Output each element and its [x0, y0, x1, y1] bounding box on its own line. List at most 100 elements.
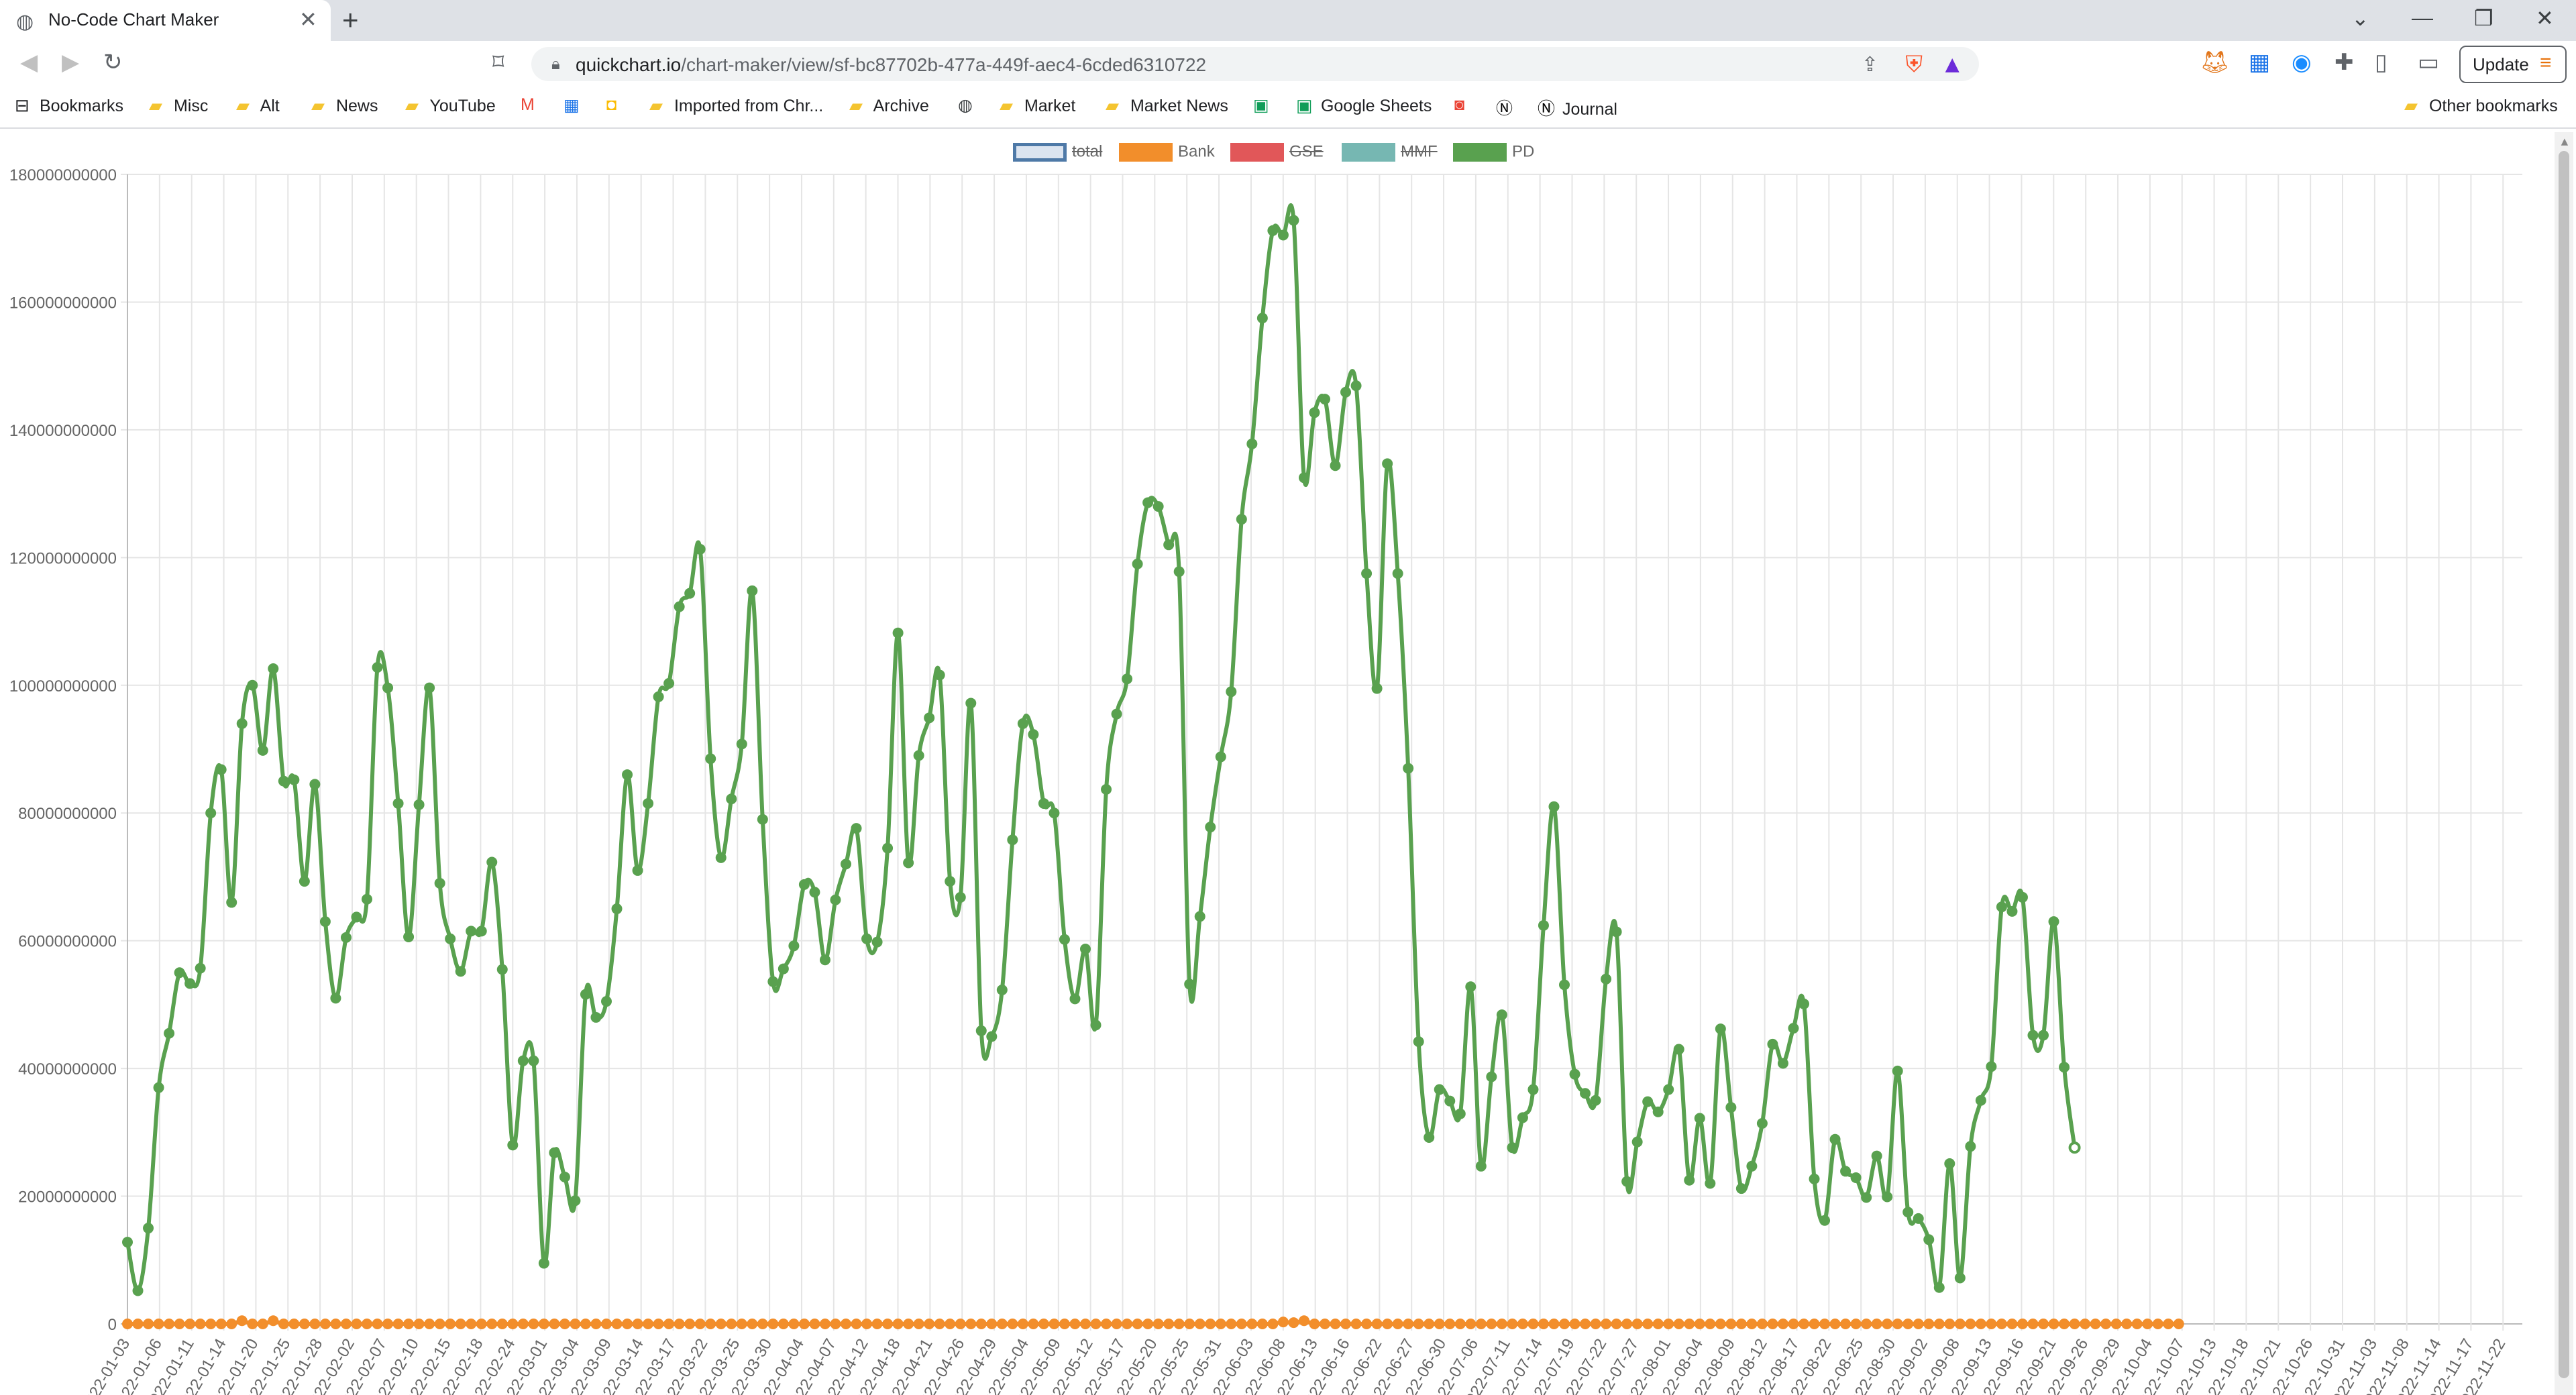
data-point-bank: [288, 1319, 300, 1329]
bookmark-item[interactable]: ⊟ Bookmarks: [15, 95, 123, 116]
bookmark-item[interactable]: ▰ Market: [1000, 95, 1075, 116]
data-point-bank: [580, 1319, 591, 1329]
data-point-bank: [871, 1319, 883, 1329]
close-window-icon[interactable]: ✕: [2536, 5, 2554, 31]
data-point-pd: [1746, 1160, 1758, 1172]
notion-icon[interactable]: Ⓝ: [1496, 95, 1513, 119]
data-point-pd: [1059, 934, 1070, 945]
data-point-pd: [1954, 1272, 1966, 1284]
data-point-pd: [1122, 673, 1133, 685]
data-point-bank: [1694, 1319, 1705, 1329]
data-point-bank: [2080, 1319, 2091, 1329]
minimize-icon[interactable]: —: [2412, 5, 2433, 30]
data-point-bank: [1090, 1319, 1102, 1329]
data-point-pd: [715, 852, 727, 863]
bookmark-item[interactable]: ▰ Other bookmarks: [2404, 95, 2558, 116]
data-point-pd: [455, 966, 466, 977]
data-point-pd: [892, 627, 904, 638]
data-point-pd: [1788, 1023, 1799, 1034]
calendar-icon[interactable]: ▦: [564, 95, 580, 115]
back-button[interactable]: ◀: [20, 49, 38, 76]
globe-icon[interactable]: ◍: [958, 95, 973, 115]
address-bar[interactable]: 🔒︎ quickchart.io/chart-maker/view/sf-bc8…: [531, 47, 1979, 81]
data-point-pd: [1475, 1160, 1487, 1172]
data-point-pd: [268, 663, 279, 675]
puzzle-icon[interactable]: ✚: [2334, 49, 2354, 76]
data-point-pd: [340, 932, 352, 943]
data-point-bank: [1392, 1319, 1403, 1329]
scroll-thumb[interactable]: [2559, 151, 2569, 1378]
data-point-pd: [517, 1055, 529, 1066]
gmail-icon[interactable]: M: [521, 95, 535, 115]
data-point-bank: [1923, 1319, 1935, 1329]
bookmark-item[interactable]: ▰ Archive: [849, 95, 929, 116]
side-panel-icon[interactable]: ▯: [2375, 49, 2387, 76]
share-icon[interactable]: ⇪: [1862, 53, 1878, 76]
data-point-pd: [1288, 215, 1299, 226]
data-point-bank: [1424, 1319, 1435, 1329]
data-point-pd: [757, 814, 768, 825]
restore-icon[interactable]: ❐: [2474, 5, 2493, 31]
close-icon[interactable]: ✕: [299, 7, 317, 32]
chevron-down-icon[interactable]: ⌄: [2351, 5, 2369, 31]
data-point-pd: [798, 879, 810, 890]
y-tick-label: 60000000000: [18, 933, 117, 951]
update-label: Update: [2473, 54, 2529, 74]
scrollbar[interactable]: ▲: [2555, 132, 2573, 1395]
data-point-bank: [403, 1319, 415, 1329]
data-point-bank: [1799, 1319, 1809, 1329]
scroll-up-icon[interactable]: ▲: [2559, 135, 2571, 149]
data-point-bank: [1871, 1319, 1882, 1329]
brave-shield-icon[interactable]: ⛨: [1906, 52, 1923, 78]
bookmark-item[interactable]: ▰ Market News: [1106, 95, 1228, 116]
data-point-bank: [413, 1319, 425, 1329]
bookmark-item[interactable]: ▰ News: [311, 95, 378, 116]
keep-icon[interactable]: ◘: [606, 95, 616, 115]
bookmark-item[interactable]: ▰ Imported from Chr...: [649, 95, 823, 116]
bookmark-item[interactable]: ▰ Misc: [149, 95, 208, 116]
update-button[interactable]: Update ≡: [2459, 46, 2567, 83]
bookmarks-bar: ⊟ Bookmarks ▰ Misc ▰ Alt ▰ News ▰ YouTub…: [0, 87, 2576, 129]
y-tick-label: 0: [108, 1316, 117, 1334]
tab-active[interactable]: ◍ No-Code Chart Maker ✕: [0, 0, 331, 41]
data-point-pd: [507, 1139, 519, 1151]
data-point-bank: [1226, 1319, 1237, 1329]
data-point-bank: [164, 1319, 175, 1329]
data-point-bank: [841, 1319, 851, 1329]
data-point-bank: [247, 1319, 258, 1329]
data-point-pd: [684, 588, 696, 599]
bookmark-item[interactable]: ▰ YouTube: [405, 95, 496, 116]
forward-button[interactable]: ▶: [62, 49, 79, 76]
data-point-pd: [2048, 916, 2059, 928]
data-point-pd: [705, 753, 716, 765]
calendar-extension-icon[interactable]: ▦: [2249, 49, 2270, 76]
menu-icon[interactable]: ≡: [2540, 52, 2552, 74]
data-point-pd: [1642, 1096, 1654, 1107]
data-point-bank: [1122, 1319, 1133, 1329]
data-point-pd: [1267, 225, 1279, 236]
data-point-pd: [559, 1171, 570, 1182]
data-point-pd: [2059, 1062, 2070, 1073]
bookmark-item[interactable]: ▰ Alt: [236, 95, 280, 116]
record-icon[interactable]: ◙: [1454, 95, 1464, 115]
data-point-bank: [622, 1319, 633, 1329]
bookmark-item[interactable]: Ⓝ Journal: [1538, 95, 1617, 120]
data-point-pd: [1361, 568, 1373, 579]
bookmark-star-icon[interactable]: ⌑: [492, 49, 504, 76]
bookmark-item[interactable]: ▣ Google Sheets: [1296, 95, 1432, 116]
sheets-icon[interactable]: ▣: [1253, 95, 1269, 115]
data-point-bank: [528, 1319, 539, 1329]
data-point-bank: [1538, 1319, 1549, 1329]
metamask-icon[interactable]: 🦊︎: [2200, 49, 2229, 76]
new-tab-button[interactable]: +: [342, 4, 359, 36]
wallet-icon[interactable]: ▭: [2418, 49, 2439, 76]
data-point-bank: [1548, 1319, 1560, 1329]
y-tick-label: 100000000000: [9, 677, 117, 695]
extension-blue-icon[interactable]: ◉: [2292, 49, 2312, 76]
reload-button[interactable]: ↻: [103, 49, 123, 76]
data-point-pd: [1007, 834, 1018, 846]
data-point-pd: [1559, 979, 1570, 991]
data-point-bank: [1631, 1319, 1643, 1329]
data-point-pd: [143, 1223, 154, 1234]
brave-rewards-icon[interactable]: ▲: [1940, 50, 1964, 78]
